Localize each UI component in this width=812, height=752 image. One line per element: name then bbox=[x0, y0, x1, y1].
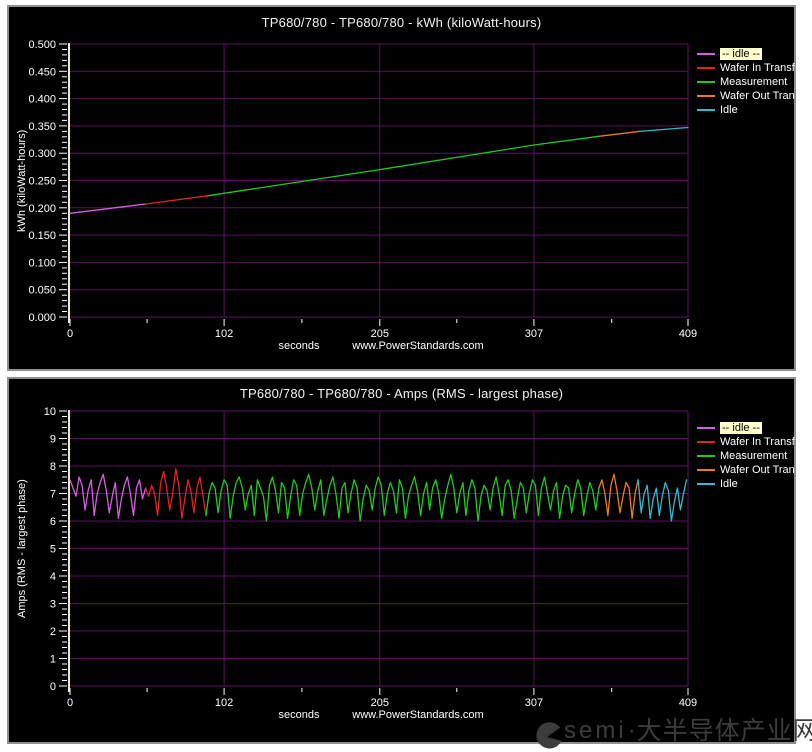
x-tick-label: 102 bbox=[215, 697, 233, 709]
y-tick-label: 0.500 bbox=[28, 39, 56, 51]
footer-note: www.PowerStandards.com bbox=[352, 340, 483, 352]
watermark-brand: semi bbox=[564, 716, 627, 746]
x-tick-label: 307 bbox=[525, 697, 543, 709]
y-tick-label: 0.250 bbox=[28, 176, 56, 188]
y-tick-label: 8 bbox=[50, 461, 56, 473]
y-tick-label: 5 bbox=[50, 544, 56, 556]
y-tick-label: 0.450 bbox=[28, 66, 56, 78]
trace-idle bbox=[640, 128, 688, 132]
x-tick-label: 205 bbox=[371, 697, 389, 709]
x-tick-label: 0 bbox=[67, 328, 73, 340]
legend-line-swatch bbox=[697, 483, 715, 485]
legend-item: Measurement bbox=[697, 75, 797, 88]
watermark: semi · 大半导体产业网 bbox=[532, 716, 812, 751]
x-tick-label: 0 bbox=[67, 697, 73, 709]
amps-plot-canvas: 0 1 2 3 4 5 6 7 8 9 10 0 102 205 307 409 bbox=[9, 379, 794, 742]
trace-wafer-out-tran bbox=[599, 131, 640, 136]
legend-item: Idle bbox=[697, 103, 797, 116]
legend-label: Measurement bbox=[720, 450, 787, 462]
trace-measurement bbox=[206, 474, 599, 521]
y-tick-label: 6 bbox=[50, 516, 56, 528]
trace-wafer-in-transf bbox=[146, 196, 208, 204]
y-tick-label: 3 bbox=[50, 599, 56, 611]
trace-idle bbox=[70, 474, 146, 518]
y-tick-label: 0.400 bbox=[28, 94, 56, 106]
legend-line-swatch bbox=[697, 469, 715, 471]
legend-item: -- idle -- bbox=[697, 421, 797, 434]
x-tick-label: 409 bbox=[679, 697, 697, 709]
y-axis-label: kWh (kiloWatt-hours) bbox=[14, 44, 30, 317]
amps-chart-panel: 0 1 2 3 4 5 6 7 8 9 10 0 102 205 307 409 TP680/780 - TP… bbox=[7, 377, 796, 744]
legend-item: Wafer In Transf bbox=[697, 435, 797, 448]
legend-item: Wafer Out Tran bbox=[697, 463, 797, 476]
chart-title: TP680/780 - TP680/780 - kWh (kiloWatt-ho… bbox=[9, 15, 794, 30]
y-tick-label: 0.000 bbox=[28, 312, 56, 324]
legend: -- idle -- Wafer In Transf Measurement Wafe… bbox=[697, 47, 797, 117]
kwh-chart-panel: 0.000 0.050 0.100 0.150 0.200 0.250 0.300 0.350… bbox=[7, 5, 796, 371]
legend-label: Wafer Out Tran bbox=[720, 90, 795, 102]
y-tick-label: 0.050 bbox=[28, 285, 56, 297]
legend-label: Measurement bbox=[720, 76, 787, 88]
trace-idle bbox=[638, 480, 686, 521]
legend: -- idle -- Wafer In Transf Measurement Wafe… bbox=[697, 421, 797, 491]
y-tick-label: 4 bbox=[50, 571, 56, 583]
y-tick-label: 0 bbox=[50, 681, 56, 693]
y-tick-label: 7 bbox=[50, 489, 56, 501]
trace-wafer-out-tran bbox=[599, 474, 638, 518]
legend-line-swatch bbox=[697, 441, 715, 443]
legend-item: Wafer Out Tran bbox=[697, 89, 797, 102]
y-axis-label: Amps (RMS - largest phase) bbox=[14, 411, 30, 686]
y-tick-label: 0.150 bbox=[28, 230, 56, 242]
y-tick-label: 0.350 bbox=[28, 121, 56, 133]
x-tick-label: 102 bbox=[215, 328, 233, 340]
chart-title: TP680/780 - TP680/780 - Amps (RMS - larg… bbox=[9, 386, 794, 401]
legend-line-swatch bbox=[697, 109, 715, 111]
legend-item: Idle bbox=[697, 477, 797, 490]
footer-note: www.PowerStandards.com bbox=[352, 709, 483, 721]
trace-measurement bbox=[208, 136, 599, 196]
x-axis-label: seconds bbox=[279, 340, 320, 352]
legend-line-swatch bbox=[697, 53, 715, 55]
x-tick-label: 409 bbox=[679, 328, 697, 340]
y-tick-label: 0.200 bbox=[28, 203, 56, 215]
y-tick-label: 0.300 bbox=[28, 148, 56, 160]
trace-idle bbox=[70, 204, 146, 213]
legend-label: Wafer Out Tran bbox=[720, 464, 795, 476]
x-tick-label: 205 bbox=[371, 328, 389, 340]
kwh-plot-canvas: 0.000 0.050 0.100 0.150 0.200 0.250 0.300 0.350… bbox=[9, 7, 794, 369]
legend-label: Wafer In Transf bbox=[720, 436, 795, 448]
y-tick-label: 1 bbox=[50, 654, 56, 666]
legend-label: Wafer In Transf bbox=[720, 62, 795, 74]
y-tick-label: 10 bbox=[44, 406, 56, 418]
legend-line-swatch bbox=[697, 427, 715, 429]
legend-line-swatch bbox=[697, 81, 715, 83]
legend-line-swatch bbox=[697, 95, 715, 97]
watermark-separator: · bbox=[628, 716, 636, 746]
legend-item: Wafer In Transf bbox=[697, 61, 797, 74]
legend-line-swatch bbox=[697, 455, 715, 457]
y-tick-label: 2 bbox=[50, 626, 56, 638]
y-tick-label: 0.100 bbox=[28, 257, 56, 269]
legend-label: Idle bbox=[720, 104, 738, 116]
watermark-text: 大半导体产业网 bbox=[637, 716, 812, 746]
legend-label: -- idle -- bbox=[720, 422, 762, 434]
legend-line-swatch bbox=[697, 67, 715, 69]
x-axis-label: seconds bbox=[279, 709, 320, 721]
x-tick-label: 307 bbox=[525, 328, 543, 340]
legend-item: -- idle -- bbox=[697, 47, 797, 60]
report-page: 0.000 0.050 0.100 0.150 0.200 0.250 0.300 0.350… bbox=[0, 0, 812, 752]
legend-item: Measurement bbox=[697, 449, 797, 462]
watermark-swoosh-icon bbox=[532, 721, 562, 751]
legend-label: Idle bbox=[720, 478, 738, 490]
legend-label: -- idle -- bbox=[720, 48, 762, 60]
y-tick-label: 9 bbox=[50, 434, 56, 446]
